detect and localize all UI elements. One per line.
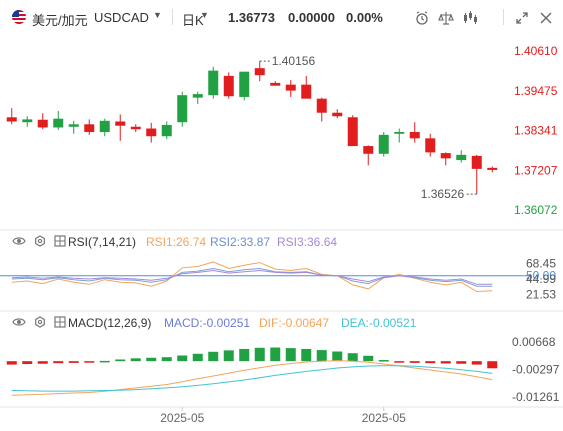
macd-bar	[53, 361, 64, 364]
macd-bar	[301, 348, 312, 362]
macd-bar	[316, 350, 327, 362]
macd-bar	[425, 361, 436, 364]
high-label: 1.40156	[272, 54, 316, 68]
macd-bar	[6, 361, 17, 365]
candle-body	[130, 126, 141, 130]
macd-bar	[177, 355, 188, 362]
dif-line	[11, 360, 493, 396]
candle-body	[239, 71, 250, 97]
macd-bar	[254, 347, 265, 362]
candle-body	[285, 84, 296, 91]
rsi3-legend: RSI3:36.64	[277, 235, 338, 249]
macd-bar	[192, 353, 203, 362]
x-axis-tick: 2025-05	[362, 411, 406, 425]
price-axis-tick: 1.37207	[514, 163, 558, 177]
candle-body	[378, 134, 389, 154]
candle-body	[161, 125, 172, 137]
candle-body	[316, 98, 327, 113]
candle-body	[254, 68, 265, 76]
macd-bar	[378, 360, 389, 362]
macd-title: MACD(12,26,9)	[68, 316, 152, 330]
macd-bar	[394, 361, 405, 363]
macd-bar	[22, 361, 33, 365]
macd-bar	[161, 357, 172, 362]
price-axis-tick: 1.40610	[514, 44, 558, 58]
dif-legend: DIF:-0.00647	[259, 316, 330, 330]
candle-body	[99, 120, 110, 133]
macd-axis-tick: 0.00668	[512, 335, 556, 349]
macd-bar	[487, 361, 498, 369]
macd-bar	[440, 361, 451, 364]
candle-body	[177, 95, 188, 123]
candle-body	[53, 118, 64, 128]
macd-bar	[270, 347, 281, 362]
macd-bar	[208, 351, 219, 362]
candle-body	[471, 155, 482, 169]
macd-bar	[285, 348, 296, 362]
candle-body	[394, 132, 405, 134]
candle-body	[487, 167, 498, 170]
candle-body	[223, 75, 234, 97]
x-axis-tick: 2025-05	[160, 411, 204, 425]
macd-axis-tick: -0.01261	[512, 390, 560, 404]
candle-body	[440, 153, 451, 159]
macd-bar	[347, 353, 358, 362]
macd-bar	[130, 358, 141, 362]
rsi1-legend: RSI1:26.74	[146, 235, 207, 249]
dea-legend: DEA:-0.00521	[341, 316, 417, 330]
macd-legend: MACD:-0.00251	[164, 316, 251, 330]
low-label: 1.36526	[421, 187, 465, 201]
rsi-axis-tick: 21.53	[526, 287, 556, 301]
candle-body	[347, 117, 358, 147]
candle-body	[409, 132, 420, 139]
price-axis-tick: 1.39475	[514, 84, 558, 98]
macd-bar	[409, 361, 420, 363]
macd-bar	[84, 361, 95, 363]
macd-bar	[363, 355, 374, 362]
macd-bar	[332, 351, 343, 362]
candle-body	[84, 124, 95, 133]
candle-body	[192, 94, 203, 98]
candle-body	[22, 119, 33, 123]
candle-body	[208, 70, 219, 96]
candle-body	[6, 117, 17, 122]
candle-body	[425, 138, 436, 153]
candle-body	[37, 119, 48, 128]
rsi-axis-tick: 44.99	[526, 272, 556, 286]
macd-bar	[456, 361, 467, 364]
price-chart-canvas[interactable]: 1.40610 1.39475 1.38341 1.37207 1.36072 1.401…	[0, 0, 563, 431]
rsi-title: RSI(7,14,21)	[68, 235, 137, 249]
candle-body	[270, 82, 281, 86]
macd-bar	[223, 350, 234, 362]
macd-bar	[146, 357, 157, 362]
macd-bar	[37, 361, 48, 364]
rsi-series-3	[11, 269, 493, 285]
candle-body	[332, 112, 343, 117]
macd-bar	[115, 359, 126, 362]
rsi2-legend: RSI2:33.87	[210, 235, 271, 249]
candle-body	[456, 154, 467, 161]
candle-body	[68, 124, 79, 127]
candle-body	[363, 146, 374, 154]
dea-line	[11, 365, 493, 392]
price-axis-tick: 1.36072	[514, 203, 558, 217]
price-axis-tick: 1.38341	[514, 124, 558, 138]
macd-bar	[239, 348, 250, 362]
macd-bar	[99, 360, 110, 363]
candle-body	[115, 121, 126, 126]
chart-widget: 美元/加元 USDCAD ▼ 日K ▼ 1.36773 0.00000 0.00…	[0, 0, 563, 431]
rsi-series-1	[11, 261, 493, 293]
macd-bar	[471, 361, 482, 365]
candle-body	[146, 128, 157, 137]
macd-bar	[68, 361, 79, 363]
macd-axis-tick: -0.00297	[512, 363, 560, 377]
candle-body	[301, 84, 312, 99]
